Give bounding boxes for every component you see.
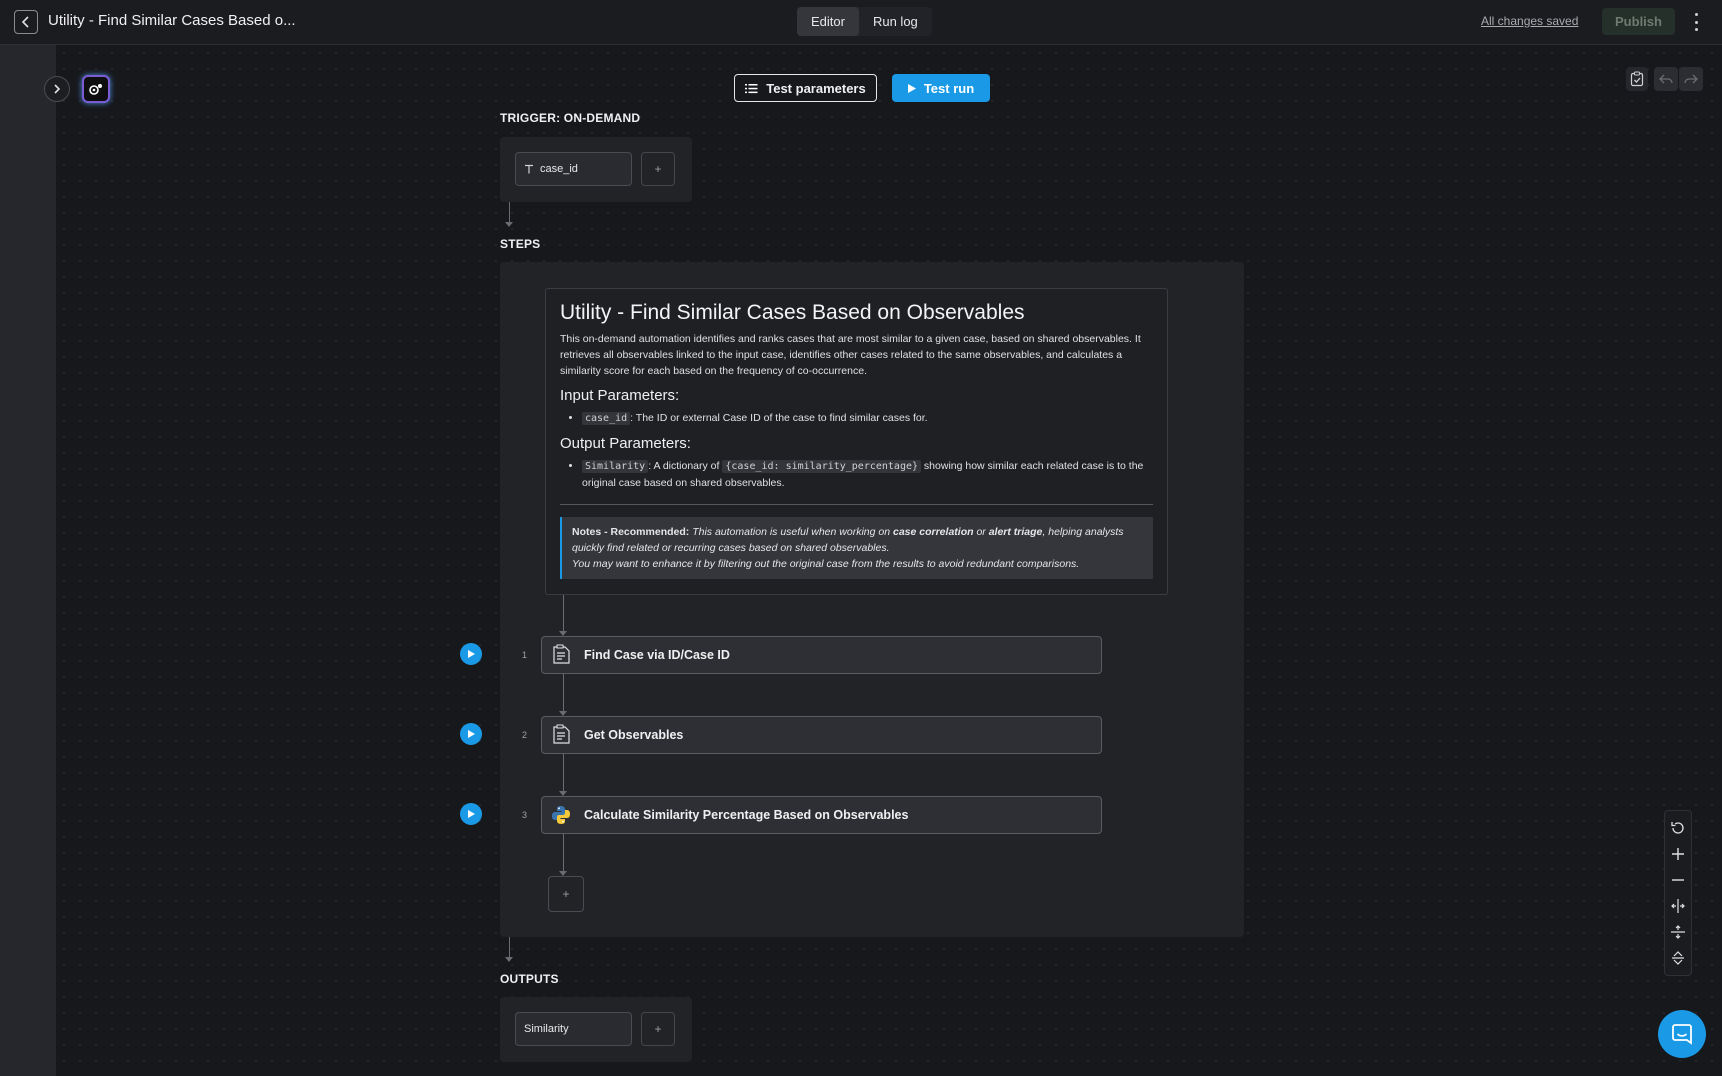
clipboard-check-icon [1630, 71, 1644, 87]
run-step-2-button[interactable] [460, 723, 482, 745]
input-param-code: case_id [582, 412, 631, 425]
output-params-heading: Output Parameters: [560, 435, 691, 452]
notes-emphasis-1: case correlation [892, 526, 974, 538]
view-tabs: Editor Run log [797, 7, 932, 36]
list-item: case_id: The ID or external Case ID of t… [582, 410, 1153, 427]
document-icon [553, 644, 570, 664]
zoom-in-icon[interactable] [1668, 844, 1688, 864]
step-card-get-observables[interactable]: Get Observables [541, 716, 1102, 754]
test-parameters-label: Test parameters [766, 80, 866, 96]
zoom-controls [1664, 810, 1692, 976]
step-label: Calculate Similarity Percentage Based on… [584, 808, 909, 822]
back-button[interactable] [14, 10, 38, 34]
connector-line [563, 674, 564, 711]
connector-line [509, 937, 510, 957]
page-title: Utility - Find Similar Cases Based o... [48, 12, 296, 29]
play-icon [467, 650, 475, 658]
step-label: Get Observables [584, 728, 684, 742]
notes-text-2: or [973, 526, 989, 538]
python-icon [552, 806, 570, 824]
trigger-param-name: case_id [540, 163, 578, 175]
output-param-text: : A dictionary of [648, 460, 723, 472]
document-icon [553, 724, 570, 744]
step-number: 3 [522, 810, 528, 820]
connector-line [509, 202, 510, 222]
note-divider [560, 504, 1153, 505]
notes-text-4: You may want to enhance it by filtering … [572, 558, 1080, 570]
add-trigger-param-button[interactable]: + [641, 152, 675, 186]
step-card-find-case[interactable]: Find Case via ID/Case ID [541, 636, 1102, 674]
connector-line [563, 754, 564, 791]
step-label: Find Case via ID/Case ID [584, 648, 730, 662]
run-step-1-button[interactable] [460, 643, 482, 665]
text-type-icon [525, 164, 533, 174]
chat-support-button[interactable] [1658, 1010, 1706, 1058]
input-params-heading: Input Parameters: [560, 387, 680, 404]
undo-icon [1659, 74, 1673, 84]
chevron-left-icon [21, 16, 29, 28]
connector-line [563, 834, 564, 871]
top-bar: Utility - Find Similar Cases Based o... … [0, 0, 1722, 45]
output-param-name: Similarity [524, 1023, 569, 1035]
publish-button[interactable]: Publish [1602, 8, 1675, 35]
fit-width-icon[interactable] [1668, 896, 1688, 916]
input-param-text: : The ID or external Case ID of the case… [630, 412, 928, 424]
trigger-section-label: TRIGGER: ON-DEMAND [500, 111, 641, 125]
note-description: This on-demand automation identifies and… [560, 333, 1141, 377]
notes-emphasis-2: alert triage [988, 526, 1043, 538]
run-step-3-button[interactable] [460, 803, 482, 825]
chevron-right-icon [54, 84, 61, 94]
tab-run-log[interactable]: Run log [859, 7, 932, 36]
checklist-button[interactable] [1626, 67, 1648, 91]
reset-view-icon[interactable] [1668, 818, 1688, 838]
assistant-logo-button[interactable] [82, 75, 110, 103]
connector-arrow [505, 957, 513, 962]
play-icon [907, 83, 916, 93]
notes-text: This automation is useful when working o… [689, 526, 893, 538]
test-parameters-button[interactable]: Test parameters [734, 74, 877, 102]
note-title: Utility - Find Similar Cases Based on Ob… [560, 301, 1025, 324]
notes-callout: Notes - Recommended: This automation is … [560, 517, 1153, 579]
output-param-code: Similarity [582, 460, 649, 473]
undo-button[interactable] [1654, 67, 1678, 91]
add-step-button[interactable]: + [548, 876, 584, 912]
step-number: 1 [522, 650, 528, 660]
trigger-param-chip[interactable]: case_id [515, 152, 632, 186]
step-card-calculate-similarity[interactable]: Calculate Similarity Percentage Based on… [541, 796, 1102, 834]
steps-section-label: STEPS [500, 237, 541, 251]
note-card[interactable]: Utility - Find Similar Cases Based on Ob… [545, 288, 1168, 595]
output-params-list: Similarity: A dictionary of {case_id: si… [560, 458, 1153, 491]
output-format-code: {case_id: similarity_percentage} [722, 460, 922, 473]
connector-line [563, 595, 564, 631]
fit-height-icon[interactable] [1668, 922, 1688, 942]
list-icon [745, 83, 758, 93]
outputs-section-label: OUTPUTS [500, 972, 559, 986]
notes-label: Notes - Recommended: [572, 526, 690, 538]
add-output-param-button[interactable]: + [641, 1012, 675, 1046]
input-params-list: case_id: The ID or external Case ID of t… [560, 410, 1153, 427]
collapse-expand-icon[interactable] [1668, 948, 1688, 968]
left-rail [0, 45, 56, 1076]
assistant-icon [89, 84, 102, 95]
save-status-link[interactable]: All changes saved [1481, 14, 1578, 28]
zoom-out-icon[interactable] [1668, 870, 1688, 890]
list-item: Similarity: A dictionary of {case_id: si… [582, 458, 1153, 491]
more-options-icon[interactable] [1688, 10, 1704, 34]
chat-icon [1672, 1024, 1692, 1045]
play-icon [467, 810, 475, 818]
connector-arrow [505, 222, 513, 227]
test-run-label: Test run [923, 80, 975, 96]
output-param-chip[interactable]: Similarity [515, 1012, 632, 1046]
test-run-button[interactable]: Test run [892, 74, 990, 102]
tab-editor[interactable]: Editor [797, 7, 859, 36]
play-icon [467, 730, 475, 738]
redo-icon [1684, 74, 1698, 84]
redo-button[interactable] [1679, 67, 1703, 91]
step-number: 2 [522, 730, 528, 740]
expand-sidebar-button[interactable] [44, 76, 70, 102]
